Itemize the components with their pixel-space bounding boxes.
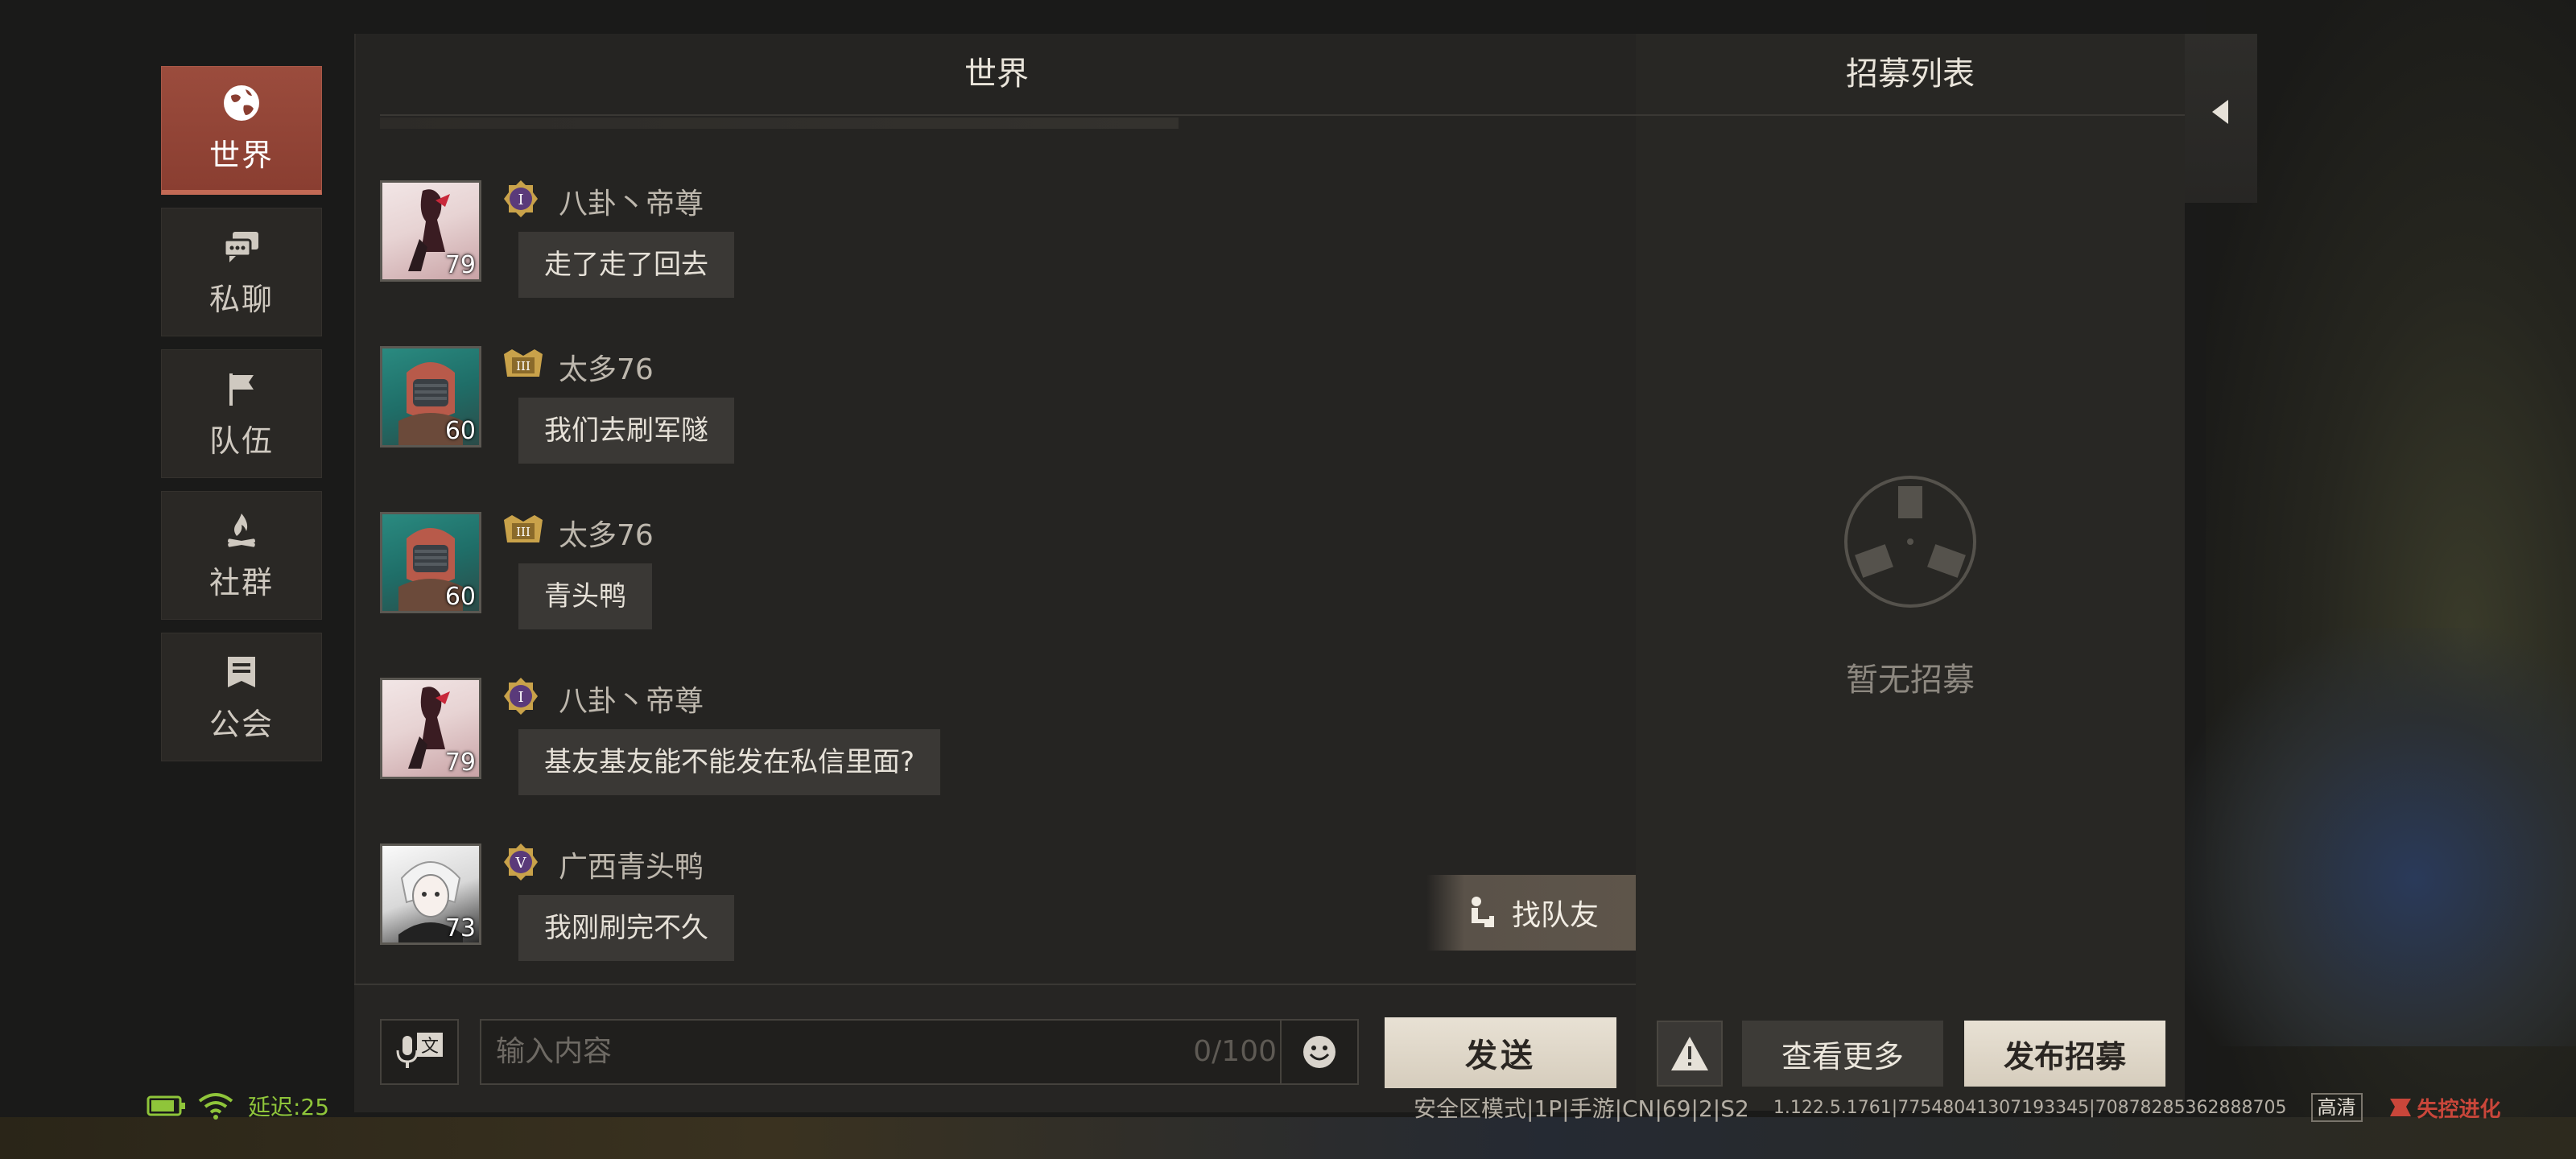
message-input[interactable]: 输入内容 0/100 <box>480 1019 1293 1085</box>
level-label: 60 <box>444 583 476 611</box>
username[interactable]: 广西青头鸭 <box>559 843 704 885</box>
level-label: 73 <box>444 914 476 942</box>
voice-translate-button[interactable]: 文 <box>380 1019 459 1085</box>
rank-badge-icon: III <box>501 344 543 385</box>
avatar[interactable]: 79 <box>380 678 481 779</box>
input-placeholder: 输入内容 <box>496 1035 613 1068</box>
campfire-icon <box>221 509 262 551</box>
avatar[interactable]: 73 <box>380 843 481 945</box>
latency-label: 延迟:25 <box>248 1094 330 1120</box>
svg-text:III: III <box>516 359 530 373</box>
nav-label: 私聊 <box>208 281 274 317</box>
message-bubble: 走了走了回去 <box>518 232 734 298</box>
wifi-icon <box>198 1093 233 1120</box>
smiley-icon <box>1303 1036 1335 1068</box>
divider <box>1636 114 2185 116</box>
svg-text:文: 文 <box>421 1037 439 1057</box>
game-logo-text: 失控进化 <box>2417 1097 2501 1122</box>
message-bubble: 青头鸭 <box>518 563 652 629</box>
svg-text:I: I <box>518 192 523 208</box>
rank-badge-icon: V <box>501 842 541 882</box>
version-info: 1.122.5.1761|77548041307193345|708782853… <box>1773 1097 2287 1118</box>
guild-banner-icon <box>221 651 262 693</box>
nav-item-guild[interactable]: 公会 <box>161 633 322 761</box>
username[interactable]: 太多76 <box>559 346 654 388</box>
nav-item-private-chat[interactable]: 私聊 <box>161 208 322 336</box>
server-info: 安全区模式|1P|手游|CN|69|2|S2 <box>1414 1095 1749 1122</box>
flag-icon <box>221 368 262 410</box>
report-button[interactable] <box>1657 1021 1723 1087</box>
publish-recruit-button[interactable]: 发布招募 <box>1964 1021 2165 1087</box>
username[interactable]: 八卦丶帝尊 <box>559 180 704 222</box>
level-label: 79 <box>444 251 476 279</box>
level-label: 60 <box>444 417 476 445</box>
nav-item-community[interactable]: 社群 <box>161 491 322 620</box>
find-teammate-label: 找队友 <box>1511 899 1599 932</box>
microphone-translate-icon: 文 <box>396 1033 443 1068</box>
chat-title: 世界 <box>964 56 1029 93</box>
warning-icon <box>1671 1037 1708 1070</box>
send-button[interactable]: 发送 <box>1385 1017 1616 1088</box>
avatar[interactable]: 60 <box>380 346 481 448</box>
level-label: 79 <box>444 749 476 777</box>
emoji-button[interactable] <box>1280 1019 1359 1085</box>
world-chat-panel: 世界 79 I 八卦丶帝尊 走了走了回去 60 III 太多76 我们去刷军隧 … <box>354 34 1642 1111</box>
char-counter: 0/100 <box>1193 1035 1277 1068</box>
nav-item-team[interactable]: 队伍 <box>161 349 322 478</box>
empty-recruit-icon <box>1843 475 1977 608</box>
background-scene-accent <box>2174 628 2576 1046</box>
rank-badge-icon: III <box>501 510 543 551</box>
nav-label: 队伍 <box>208 423 274 459</box>
divider <box>380 114 1637 116</box>
username[interactable]: 太多76 <box>559 512 654 554</box>
collapse-panel-button[interactable] <box>2185 34 2257 203</box>
game-logo: 失控进化 <box>2387 1093 2501 1123</box>
nav-item-world[interactable]: 世界 <box>161 66 322 195</box>
message-bubble: 我们去刷军隧 <box>518 398 734 464</box>
svg-text:III: III <box>516 525 530 539</box>
triangle-left-icon <box>2212 100 2228 124</box>
nav-label: 社群 <box>208 564 274 600</box>
chat-bubbles-icon <box>221 226 262 268</box>
channel-nav: 世界 私聊 队伍 社群 公会 <box>161 66 324 774</box>
globe-icon <box>221 82 262 124</box>
nav-label: 公会 <box>208 706 274 742</box>
svg-text:V: V <box>515 855 527 872</box>
recruit-title: 招募列表 <box>1846 56 1975 93</box>
find-teammate-button[interactable]: 找队友 <box>1426 875 1642 951</box>
quality-badge: 高清 <box>2310 1093 2363 1122</box>
view-more-button[interactable]: 查看更多 <box>1742 1021 1943 1087</box>
rank-badge-icon: I <box>501 179 541 219</box>
build-info: 安全区模式|1P|手游|CN|69|2|S2 1.122.5.1761|7754… <box>1414 1091 2501 1124</box>
nav-label: 世界 <box>208 138 274 173</box>
empty-recruit-text: 暂无招募 <box>1846 662 1975 699</box>
avatar[interactable]: 60 <box>380 512 481 613</box>
recruit-panel: 招募列表 暂无招募 查看更多 发布招募 <box>1636 34 2185 1111</box>
avatar[interactable]: 79 <box>380 180 481 282</box>
battery-icon <box>147 1095 185 1116</box>
username[interactable]: 八卦丶帝尊 <box>559 678 704 720</box>
seat-person-icon <box>1471 897 1494 927</box>
svg-text:I: I <box>518 689 523 706</box>
message-bubble: 我刚刷完不久 <box>518 895 734 961</box>
message-bubble: 基友基友能不能发在私信里面? <box>518 729 941 795</box>
device-status: 延迟:25 <box>147 1090 329 1122</box>
previous-message-stub <box>380 118 1179 129</box>
game-logo-mark <box>2389 1099 2411 1116</box>
rank-badge-icon: I <box>501 676 541 716</box>
